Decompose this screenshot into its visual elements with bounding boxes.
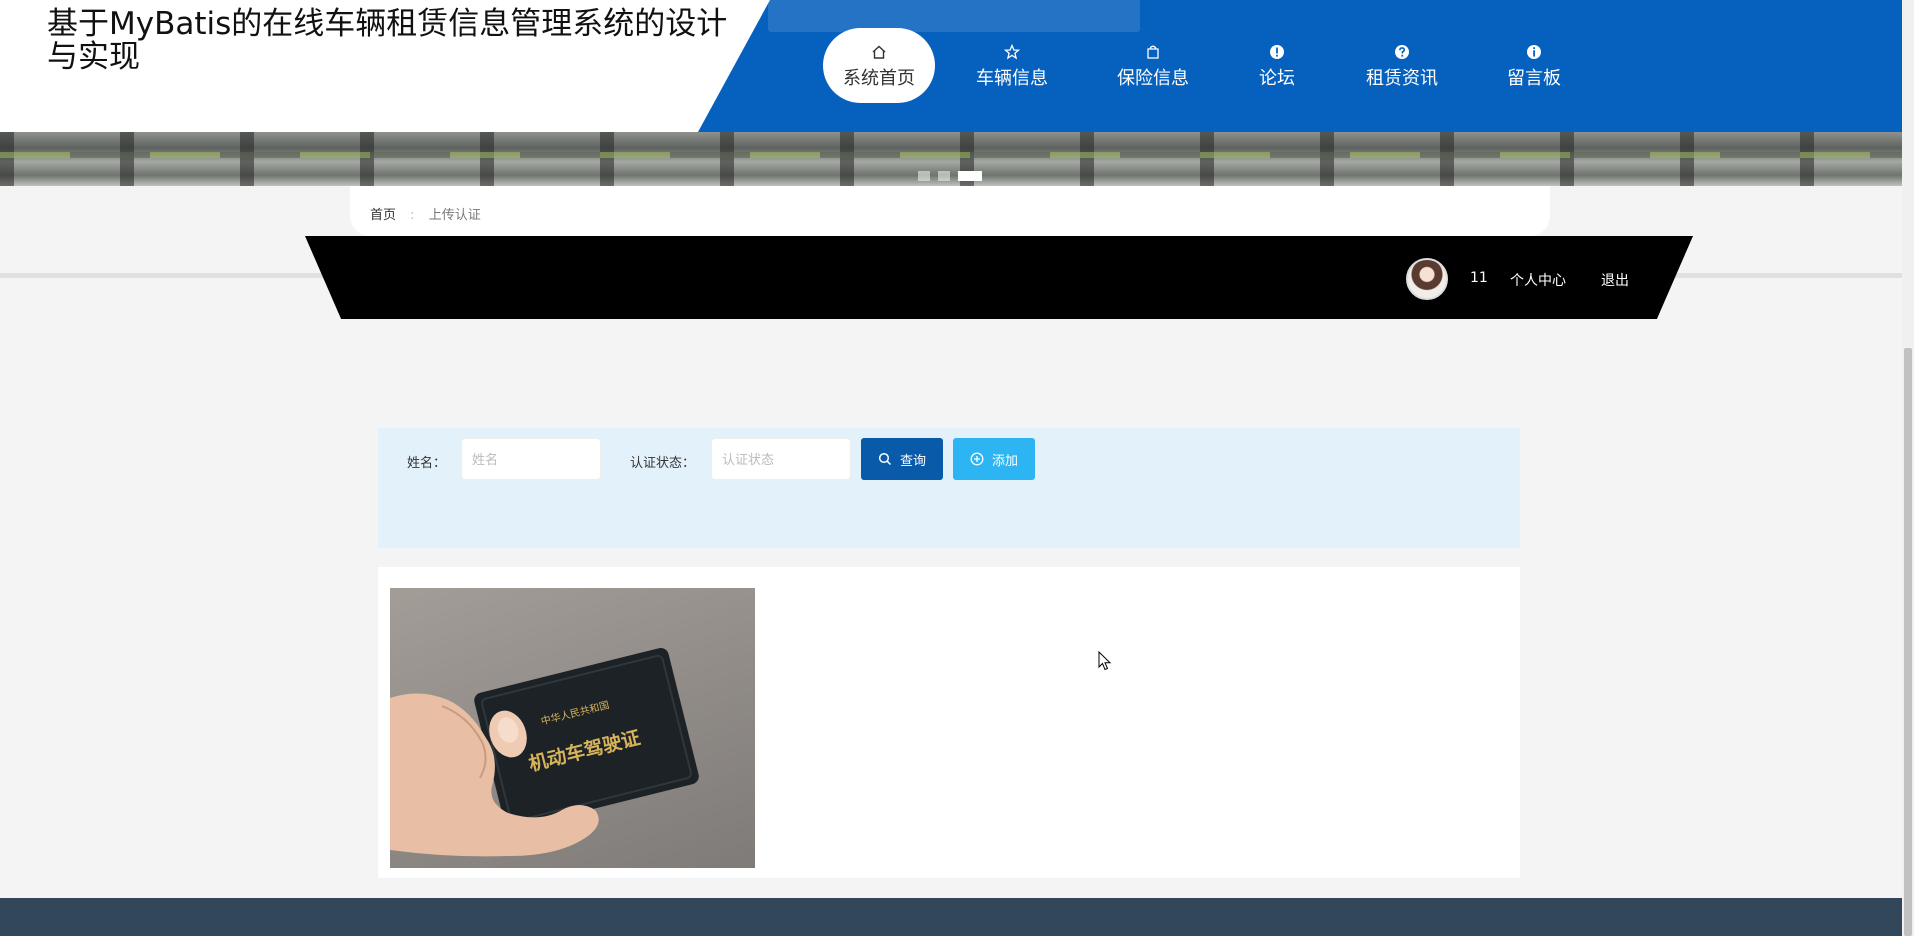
nav-label: 系统首页 [843,68,915,89]
nav-item-insurance[interactable]: 保险信息 [1103,28,1203,104]
nav-item-vehicles[interactable]: 车辆信息 [962,28,1062,104]
nav-label: 租赁资讯 [1366,68,1438,89]
status-label: 认证状态： [630,456,696,471]
result-card-image[interactable]: 中华人民共和国 机动车驾驶证 [390,588,755,868]
breadcrumb: 首页 : 上传认证 [350,186,1550,236]
breadcrumb-home[interactable]: 首页 [370,208,396,223]
query-button[interactable]: 查询 [861,438,943,480]
nav-item-forum[interactable]: 论坛 [1246,28,1308,104]
breadcrumb-current: 上传认证 [428,208,481,223]
logout-link[interactable]: 退出 [1601,270,1629,290]
username: 11 [1470,270,1488,286]
banner-image [0,132,1902,186]
name-label: 姓名： [407,456,447,471]
scrollbar-thumb[interactable] [1904,348,1912,936]
site-title: 基于MyBatis的在线车辆租赁信息管理系统的设计与实现 [47,6,728,75]
nav-label: 留言板 [1507,68,1561,89]
star-icon [1004,44,1020,60]
carousel-dot-active[interactable] [958,171,982,181]
add-button-label: 添加 [991,452,1018,468]
carousel-dot[interactable] [938,171,950,181]
question-icon [1395,45,1409,59]
nav-label: 车辆信息 [976,68,1048,89]
breadcrumb-separator: : [410,208,415,223]
search-strip [768,0,1140,32]
footer [0,898,1902,936]
nav-item-home[interactable]: 系统首页 [823,28,935,103]
add-button[interactable]: 添加 [953,438,1035,480]
query-button-label: 查询 [899,452,926,468]
title-panel: 基于MyBatis的在线车辆租赁信息管理系统的设计与实现 [0,0,770,132]
nav-item-message-board[interactable]: 留言板 [1494,28,1574,104]
nav-label: 保险信息 [1117,68,1189,89]
profile-link[interactable]: 个人中心 [1510,270,1566,290]
name-input[interactable] [461,438,601,480]
top-header: 基于MyBatis的在线车辆租赁信息管理系统的设计与实现 系统首页 车辆信息 保… [0,0,1902,132]
nav-label: 论坛 [1259,68,1295,89]
info-icon [1527,45,1541,59]
search-icon [878,452,892,466]
bag-icon [1147,45,1159,59]
avatar[interactable] [1406,258,1448,300]
plus-circle-icon [970,452,984,466]
carousel-dot[interactable] [918,171,930,181]
driver-license-photo: 中华人民共和国 机动车驾驶证 [390,647,699,857]
exclamation-icon [1270,45,1284,59]
nav-item-rental-news[interactable]: 租赁资讯 [1352,28,1452,104]
status-input[interactable] [711,438,851,480]
mouse-cursor-icon [1098,651,1112,671]
home-icon [872,45,886,59]
